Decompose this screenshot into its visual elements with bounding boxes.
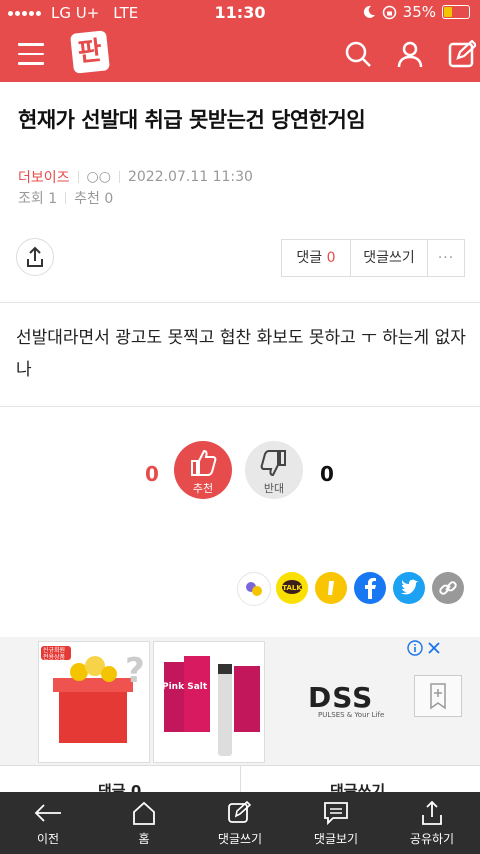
edit-icon[interactable] <box>448 40 476 68</box>
twitter-icon[interactable] <box>393 572 425 604</box>
upvote-button[interactable]: 추천 <box>174 441 232 499</box>
more-button[interactable]: ··· <box>428 240 464 276</box>
ad-card-badge: 신규회원 전용상품 <box>43 647 66 661</box>
app-header: 판 <box>0 26 480 82</box>
recommend-count: 추천 0 <box>74 191 114 207</box>
nav-write-comment[interactable]: 댓글쓰기 <box>192 792 288 854</box>
downvote-button[interactable]: 반대 <box>245 441 303 499</box>
ad-tagline: PULSES & Your Life <box>318 711 385 719</box>
comment-count-button[interactable]: 댓글 0 <box>282 240 351 276</box>
facebook-icon[interactable] <box>354 572 386 604</box>
user-icon[interactable] <box>396 40 424 68</box>
post-title: 현재가 선발대 취급 못받는건 당연한거임 <box>18 108 366 132</box>
home-icon <box>133 801 155 825</box>
kakaostory-icon[interactable] <box>315 572 347 604</box>
thumbs-up-icon <box>191 449 217 476</box>
search-icon[interactable] <box>344 40 372 68</box>
share-button[interactable] <box>16 238 54 276</box>
menu-icon[interactable] <box>18 43 44 65</box>
svg-text:TALK: TALK <box>282 584 302 592</box>
ad-banner[interactable]: ? 신규회원 전용상품 Pink Salt DSS PULSES & Your … <box>0 637 480 765</box>
battery-percent: 35% <box>402 3 436 21</box>
post-meta: 더보이즈 ○○ 2022.07.11 11:30 <box>18 167 253 187</box>
moon-icon <box>363 5 375 18</box>
post-date: 2022.07.11 11:30 <box>127 169 253 185</box>
status-bar: LG U+ LTE 11:30 35% <box>0 0 480 26</box>
post-actions: 댓글 0 댓글쓰기 ··· <box>281 239 465 277</box>
ad-brand: DSS <box>308 681 374 714</box>
kakaotalk-icon[interactable]: TALK <box>276 572 308 604</box>
ad-card-gift[interactable]: ? 신규회원 전용상품 <box>38 641 150 763</box>
post-stats: 조회 1 추천 0 <box>18 188 113 208</box>
ad-close-icon[interactable] <box>426 640 442 656</box>
link-icon[interactable] <box>432 572 464 604</box>
ad-bookmark-button[interactable] <box>414 675 462 717</box>
share-icon <box>422 800 442 825</box>
upvote-count: 0 <box>145 462 159 486</box>
write-comment-button[interactable]: 댓글쓰기 <box>351 240 428 276</box>
nav-home[interactable]: 홈 <box>96 792 192 854</box>
back-arrow-icon <box>34 804 61 822</box>
nav-view-comments[interactable]: 댓글보기 <box>288 792 384 854</box>
divider <box>0 406 480 407</box>
thumbs-down-icon <box>260 450 286 477</box>
write-icon <box>228 800 252 823</box>
nav-back[interactable]: 이전 <box>0 792 96 854</box>
post-body: 선발대라면서 광고도 못찍고 협찬 화보도 못하고 ㅜ 하는게 없자나 <box>16 328 466 380</box>
share-icon <box>27 246 43 267</box>
rotation-lock-icon <box>382 5 396 19</box>
battery-icon <box>442 5 470 19</box>
bookmark-plus-icon <box>430 683 446 710</box>
author-mark: ○○ <box>86 169 111 185</box>
svg-text:?: ? <box>125 651 145 691</box>
ad-info-icon[interactable] <box>407 640 423 656</box>
cyworld-icon[interactable] <box>237 572 271 606</box>
view-count: 조회 1 <box>18 191 58 207</box>
divider <box>0 302 480 303</box>
ad-card-product: Pink Salt <box>162 682 208 692</box>
author-link[interactable]: 더보이즈 <box>18 167 70 187</box>
pann-logo[interactable]: 판 <box>70 30 110 74</box>
bottom-nav: 이전 홈 댓글쓰기 댓글보기 공유하기 <box>0 792 480 854</box>
ad-card-pinksalt[interactable]: Pink Salt <box>153 641 265 763</box>
downvote-count: 0 <box>320 462 334 486</box>
comment-icon <box>324 802 348 826</box>
nav-share[interactable]: 공유하기 <box>384 792 480 854</box>
